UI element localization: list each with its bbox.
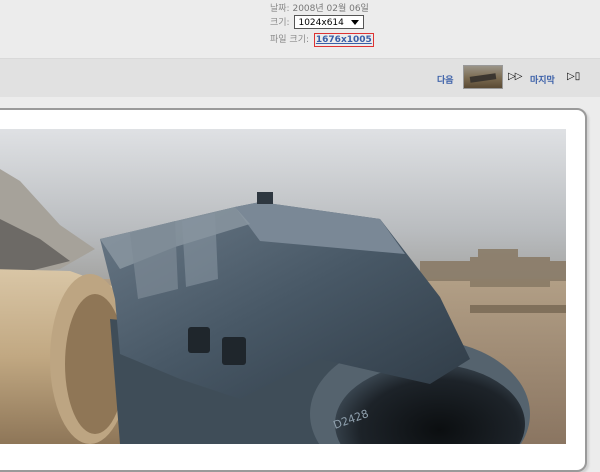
file-size-label: 파일 크기: bbox=[270, 35, 310, 45]
image-meta: 날짜: 2008년 02월 06일 크기: 1024x614 파일 크기: 16… bbox=[0, 0, 600, 58]
last-link[interactable]: 마지막 bbox=[530, 73, 555, 86]
size-select[interactable]: 1024x614 bbox=[294, 14, 365, 29]
next-link[interactable]: 다음 bbox=[437, 73, 454, 86]
file-size-row: 파일 크기: 1676x1005 bbox=[270, 32, 374, 48]
main-photo: D2428 bbox=[0, 129, 566, 444]
original-size-link[interactable]: 1676x1005 bbox=[313, 33, 374, 47]
size-label: 크기: bbox=[270, 18, 290, 28]
date-value: 2008년 02월 06일 bbox=[292, 4, 369, 14]
date-label: 날짜: bbox=[270, 4, 290, 14]
size-select-value: 1024x614 bbox=[298, 17, 344, 28]
chevron-down-icon bbox=[351, 19, 360, 25]
next-arrows-icon[interactable]: ▷▷ bbox=[508, 71, 522, 82]
navigation-bar: 다음 ▷▷ 마지막 ▷▯ bbox=[0, 58, 600, 97]
size-row: 크기: 1024x614 bbox=[270, 14, 365, 31]
next-thumbnail[interactable] bbox=[463, 65, 503, 89]
last-end-icon[interactable]: ▷▯ bbox=[567, 71, 580, 82]
